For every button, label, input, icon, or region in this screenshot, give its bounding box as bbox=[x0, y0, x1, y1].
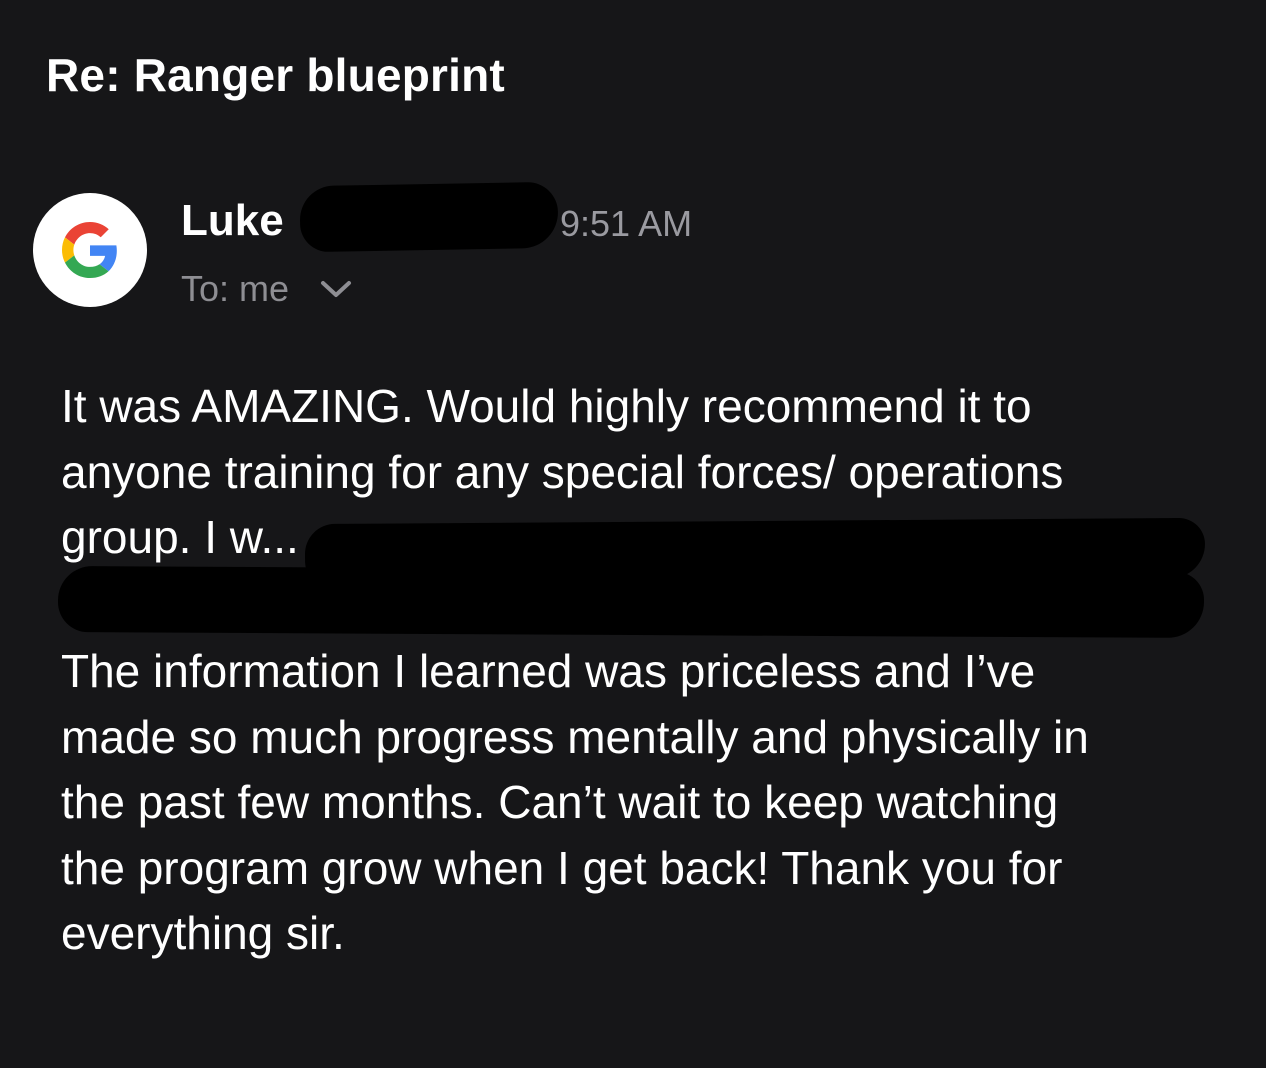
body-line: The information I learned was priceless … bbox=[61, 645, 1036, 697]
recipient-line[interactable]: To: me bbox=[181, 268, 289, 310]
sender-name[interactable]: Luke bbox=[181, 196, 284, 246]
body-line: everything sir. bbox=[61, 907, 345, 959]
body-line: anyone training for any special forces/ … bbox=[61, 445, 1064, 498]
body-line: the program grow when I get back! Thank … bbox=[61, 841, 1063, 894]
sender-avatar[interactable] bbox=[33, 193, 147, 307]
chevron-down-icon[interactable] bbox=[318, 277, 354, 301]
redaction-mark-sender bbox=[299, 181, 559, 253]
google-g-icon bbox=[62, 222, 117, 278]
redaction-mark-body-2 bbox=[57, 566, 1205, 638]
body-line: the past few months. Can’t wait to keep … bbox=[61, 776, 1059, 828]
email-body-paragraph-2: The information I learned was priceless … bbox=[61, 639, 1089, 967]
email-time: 9:51 AM bbox=[560, 203, 693, 244]
body-line: It was AMAZING. Would highly recommend i… bbox=[61, 380, 1032, 432]
email-subject: Re: Ranger blueprint bbox=[46, 49, 505, 101]
body-line: made so much progress mentally and physi… bbox=[61, 710, 1089, 763]
